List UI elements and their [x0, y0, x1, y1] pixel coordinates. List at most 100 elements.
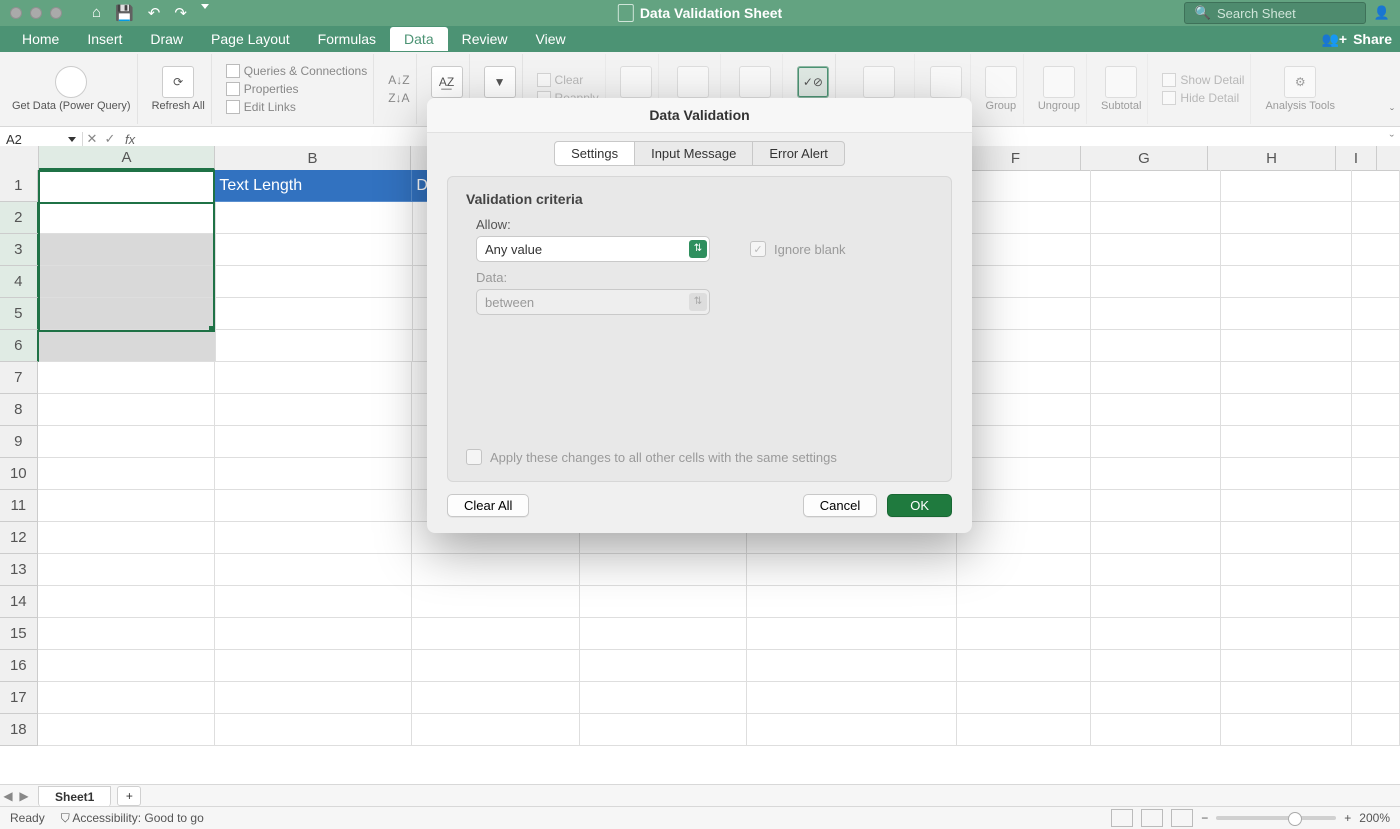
- cell[interactable]: [1091, 714, 1221, 746]
- cell[interactable]: [39, 234, 217, 266]
- cell[interactable]: [1352, 682, 1400, 714]
- cell[interactable]: [957, 298, 1090, 330]
- cell[interactable]: [412, 650, 580, 682]
- redo-icon[interactable]: ↷: [174, 4, 187, 22]
- row-header-6[interactable]: 6: [0, 330, 39, 362]
- cell[interactable]: [957, 490, 1090, 522]
- row-header-2[interactable]: 2: [0, 202, 39, 234]
- cell[interactable]: [215, 394, 412, 426]
- row-header-18[interactable]: 18: [0, 714, 38, 746]
- cell[interactable]: [1091, 522, 1221, 554]
- cell[interactable]: [957, 234, 1090, 266]
- tab-formulas[interactable]: Formulas: [304, 27, 390, 51]
- cell[interactable]: [1221, 202, 1352, 234]
- cell[interactable]: [1221, 618, 1352, 650]
- cell[interactable]: [957, 682, 1090, 714]
- col-header-A[interactable]: A: [39, 146, 215, 170]
- tab-review[interactable]: Review: [448, 27, 522, 51]
- cell[interactable]: [1221, 586, 1352, 618]
- cell[interactable]: [215, 682, 412, 714]
- cell[interactable]: [1352, 330, 1400, 362]
- zoom-out-button[interactable]: −: [1201, 811, 1208, 825]
- share-button[interactable]: 👥+ Share: [1321, 31, 1392, 48]
- cell[interactable]: [1091, 554, 1221, 586]
- cell[interactable]: [39, 298, 217, 330]
- cell[interactable]: [215, 554, 412, 586]
- cell[interactable]: [39, 202, 217, 234]
- cell[interactable]: [38, 490, 216, 522]
- cell[interactable]: [747, 650, 958, 682]
- cell[interactable]: [38, 714, 216, 746]
- queries-button[interactable]: Queries & Connections: [226, 63, 367, 79]
- cell[interactable]: [1221, 490, 1352, 522]
- zoom-window-icon[interactable]: [50, 7, 62, 19]
- sheet-nav-next[interactable]: ▶: [16, 789, 32, 803]
- tab-draw[interactable]: Draw: [136, 27, 197, 51]
- cell[interactable]: [957, 330, 1090, 362]
- cell[interactable]: [957, 266, 1090, 298]
- cell[interactable]: [747, 586, 958, 618]
- row-header-15[interactable]: 15: [0, 618, 38, 650]
- enter-formula-icon[interactable]: ✓: [101, 131, 119, 147]
- cell[interactable]: [1352, 394, 1400, 426]
- cell[interactable]: [215, 618, 412, 650]
- row-header-7[interactable]: 7: [0, 362, 38, 394]
- tab-data[interactable]: Data: [390, 27, 448, 51]
- subtotal-button[interactable]: Subtotal: [1095, 54, 1148, 124]
- cell[interactable]: [1352, 170, 1400, 202]
- row-header-5[interactable]: 5: [0, 298, 39, 330]
- cell[interactable]: [580, 650, 746, 682]
- cell[interactable]: [580, 714, 746, 746]
- ok-button[interactable]: OK: [887, 494, 952, 517]
- cell[interactable]: [215, 458, 412, 490]
- cell[interactable]: [1221, 426, 1352, 458]
- collapse-ribbon-icon[interactable]: ˇ: [1390, 106, 1394, 120]
- cell[interactable]: [38, 458, 216, 490]
- cell[interactable]: [1221, 714, 1352, 746]
- cell[interactable]: [215, 586, 412, 618]
- row-header-13[interactable]: 13: [0, 554, 38, 586]
- row-header-1[interactable]: 1: [0, 170, 38, 202]
- sort-desc-button[interactable]: Z↓A: [388, 90, 409, 106]
- cell[interactable]: [1221, 330, 1352, 362]
- zoom-level[interactable]: 200%: [1359, 811, 1390, 825]
- cell[interactable]: [1352, 714, 1400, 746]
- cell[interactable]: [1352, 234, 1400, 266]
- cell[interactable]: [1352, 554, 1400, 586]
- cell[interactable]: [1221, 266, 1352, 298]
- dialog-tab-settings[interactable]: Settings: [554, 141, 635, 166]
- selection-fill-handle[interactable]: [209, 326, 215, 332]
- cancel-button[interactable]: Cancel: [803, 494, 877, 517]
- cell[interactable]: [1091, 266, 1221, 298]
- cell[interactable]: [215, 714, 412, 746]
- cell[interactable]: [1352, 618, 1400, 650]
- name-box[interactable]: A2: [0, 132, 83, 147]
- cell[interactable]: [580, 618, 746, 650]
- cell[interactable]: [1091, 394, 1221, 426]
- cell[interactable]: [1352, 522, 1400, 554]
- cell[interactable]: [216, 330, 413, 362]
- cell[interactable]: [412, 586, 580, 618]
- cell[interactable]: [1091, 682, 1221, 714]
- clear-filter-button[interactable]: Clear: [537, 72, 584, 88]
- cell[interactable]: [1221, 522, 1352, 554]
- cell[interactable]: [38, 426, 216, 458]
- cell[interactable]: [957, 202, 1090, 234]
- cell[interactable]: [957, 650, 1090, 682]
- cell[interactable]: [1221, 170, 1352, 202]
- home-icon[interactable]: ⌂: [92, 4, 101, 22]
- minimize-window-icon[interactable]: [30, 7, 42, 19]
- select-all-corner[interactable]: [0, 146, 39, 170]
- cell[interactable]: [1221, 458, 1352, 490]
- tab-view[interactable]: View: [522, 27, 580, 51]
- cell[interactable]: [957, 586, 1090, 618]
- tab-insert[interactable]: Insert: [73, 27, 136, 51]
- row-header-4[interactable]: 4: [0, 266, 39, 298]
- cell[interactable]: [215, 490, 412, 522]
- cell[interactable]: [1091, 202, 1221, 234]
- cell[interactable]: [412, 714, 580, 746]
- cell[interactable]: [1091, 586, 1221, 618]
- col-header-I[interactable]: I: [1336, 146, 1377, 170]
- cell[interactable]: [215, 426, 412, 458]
- cell[interactable]: [1091, 298, 1221, 330]
